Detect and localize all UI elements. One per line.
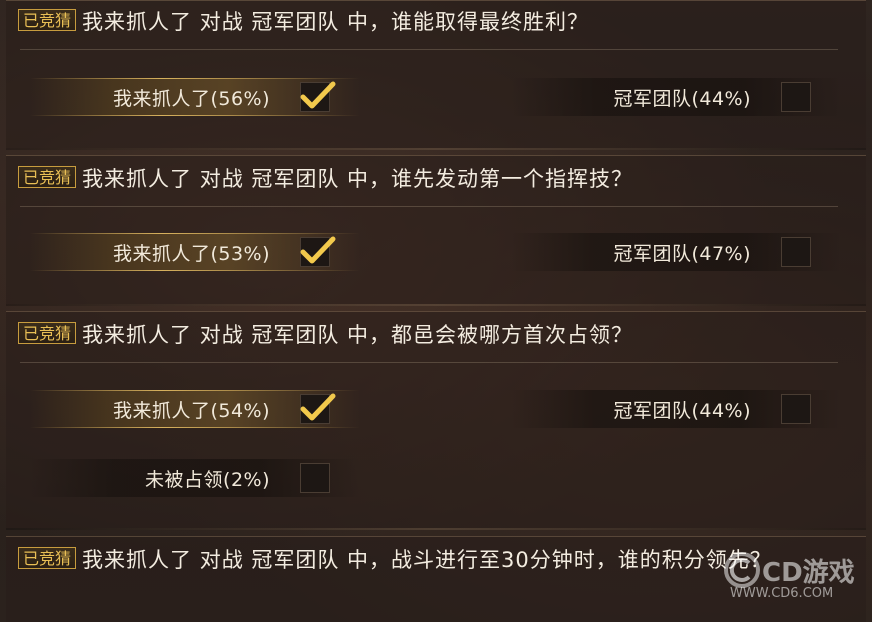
checkbox-checked[interactable] [300, 236, 336, 267]
watermark-text: CD游戏 [762, 558, 855, 588]
checkmark-icon [300, 236, 336, 264]
option-team-a[interactable]: 我来抓人了(53%) [30, 233, 360, 271]
checkbox-empty[interactable] [781, 82, 811, 112]
option-team-b[interactable]: 冠军团队(44%) [511, 78, 841, 116]
divider [20, 49, 838, 50]
question-text: 我来抓人了 对战 冠军团队 中，谁能取得最终胜利？ [82, 10, 590, 34]
option-label: 我来抓人了(53%) [112, 242, 270, 265]
checkbox-empty[interactable] [781, 237, 811, 267]
option-label: 我来抓人了(54%) [112, 399, 270, 422]
logo-icon [724, 552, 760, 588]
question-row: 已竞猜 我来抓人了 对战 冠军团队 中，谁先发动第一个指挥技？ [18, 164, 854, 194]
checkmark-icon [300, 81, 336, 109]
option-not-occupied[interactable]: 未被占领(2%) [30, 459, 360, 497]
option-label: 冠军团队(44%) [613, 399, 751, 422]
checkbox-empty[interactable] [300, 463, 330, 493]
watermark-url: WWW.CD6.COM [730, 586, 834, 601]
question-text: 我来抓人了 对战 冠军团队 中，都邑会被哪方首次占领？ [82, 323, 634, 347]
watermark-logo: CD游戏 WWW.CD6.COM [718, 548, 868, 608]
checkbox-checked[interactable] [300, 81, 336, 112]
option-team-b[interactable]: 冠军团队(47%) [511, 233, 841, 271]
option-team-b[interactable]: 冠军团队(44%) [511, 390, 841, 428]
separator [6, 528, 866, 530]
question-row: 已竞猜 我来抓人了 对战 冠军团队 中，战斗进行至30分钟时，谁的积分领先？ [18, 545, 778, 575]
question-card-3: 已竞猜 我来抓人了 对战 冠军团队 中，都邑会被哪方首次占领？ 我来抓人了(54… [6, 311, 866, 528]
checkmark-icon [300, 393, 336, 421]
divider [20, 362, 838, 363]
option-label: 未被占领(2%) [145, 468, 270, 491]
question-card-2: 已竞猜 我来抓人了 对战 冠军团队 中，谁先发动第一个指挥技？ 我来抓人了(53… [6, 155, 866, 304]
option-label: 冠军团队(44%) [613, 87, 751, 110]
guessed-badge: 已竞猜 [18, 322, 77, 344]
separator [6, 304, 866, 306]
guessed-badge: 已竞猜 [18, 547, 77, 569]
question-card-1: 已竞猜 我来抓人了 对战 冠军团队 中，谁能取得最终胜利？ 我来抓人了(56%)… [6, 0, 866, 148]
divider [20, 206, 838, 207]
question-text: 我来抓人了 对战 冠军团队 中，谁先发动第一个指挥技？ [82, 167, 634, 191]
separator [6, 148, 866, 150]
checkbox-empty[interactable] [781, 394, 811, 424]
question-text: 我来抓人了 对战 冠军团队 中，战斗进行至30分钟时，谁的积分领先？ [82, 548, 772, 572]
option-team-a[interactable]: 我来抓人了(54%) [30, 390, 360, 428]
checkbox-checked[interactable] [300, 393, 336, 424]
option-team-a[interactable]: 我来抓人了(56%) [30, 78, 360, 116]
question-row: 已竞猜 我来抓人了 对战 冠军团队 中，都邑会被哪方首次占领？ [18, 320, 854, 350]
guessed-badge: 已竞猜 [18, 9, 77, 31]
option-label: 冠军团队(47%) [613, 242, 751, 265]
question-row: 已竞猜 我来抓人了 对战 冠军团队 中，谁能取得最终胜利？ [18, 7, 854, 37]
option-label: 我来抓人了(56%) [112, 87, 270, 110]
guessed-badge: 已竞猜 [18, 166, 77, 188]
